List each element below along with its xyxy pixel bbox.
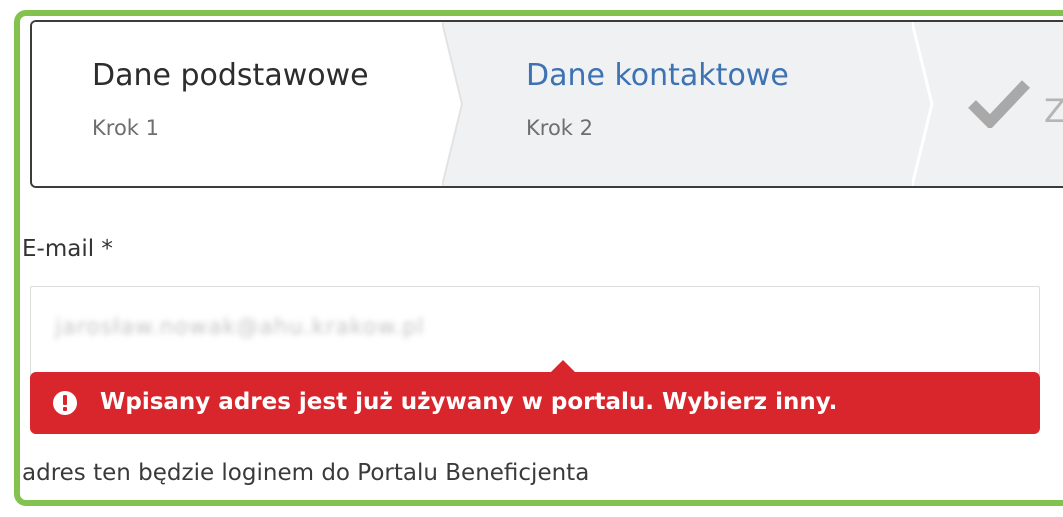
- step-title: Dane kontaktowe: [526, 58, 789, 93]
- step-separator: [912, 22, 934, 186]
- email-value: jarosław.nowak@ahu.krakow.pl: [55, 315, 425, 340]
- email-hint: adres ten będzie loginem do Portalu Bene…: [22, 460, 590, 486]
- step-subtitle: Krok 2: [526, 116, 593, 140]
- step-basic-data[interactable]: Dane podstawowe Krok 1: [32, 22, 462, 186]
- step-separator: [442, 22, 464, 186]
- wizard-steps: Dane podstawowe Krok 1 Dane kontaktowe K…: [30, 20, 1063, 188]
- error-message: Wpisany adres jest już używany w portalu…: [30, 360, 1040, 434]
- step-title: Z: [1044, 92, 1063, 130]
- error-pointer: [550, 360, 576, 373]
- error-text: Wpisany adres jest już używany w portalu…: [100, 389, 838, 415]
- check-icon: [968, 80, 1030, 128]
- step-subtitle: Krok 1: [92, 116, 159, 140]
- step-title: Dane podstawowe: [92, 58, 369, 93]
- step-summary[interactable]: Z: [932, 22, 1063, 186]
- email-label: E-mail *: [22, 236, 113, 262]
- exclamation-circle-icon: [53, 391, 77, 415]
- email-field[interactable]: jarosław.nowak@ahu.krakow.pl: [30, 286, 1040, 376]
- step-contact-data[interactable]: Dane kontaktowe Krok 2: [462, 22, 932, 186]
